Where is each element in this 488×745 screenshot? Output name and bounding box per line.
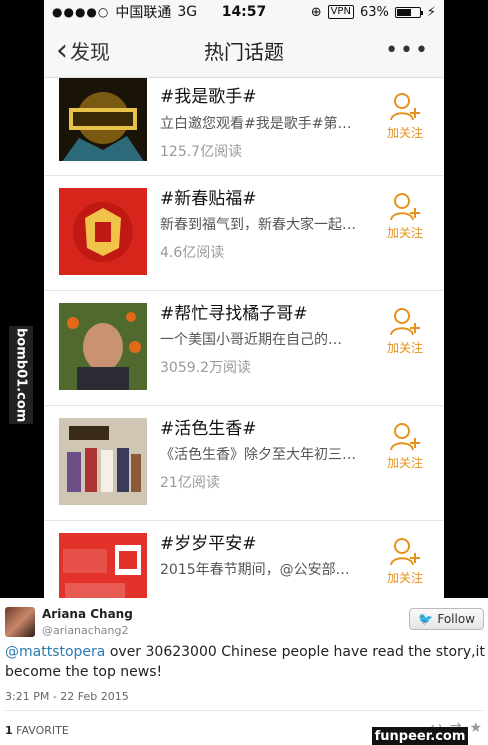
user-handle[interactable]: @arianachang2 <box>42 624 129 637</box>
phone-screenshot: ●●●●○ 中国联通 3G 14:57 ⊕ VPN 63% ⚡ ‹ 发现 热门话… <box>44 0 444 598</box>
mention-link[interactable]: @mattstopera <box>5 644 105 660</box>
topic-description: 《活色生香》除夕至大年初三… <box>160 447 356 463</box>
more-button[interactable]: ••• <box>385 38 444 63</box>
topic-list: #我是歌手# 立白邀您观看#我是歌手#第… 125.7亿阅读 加关注 #新春贴福# 新春到… <box>44 78 444 598</box>
topic-thumbnail <box>59 533 147 598</box>
twitter-bird-icon: 🐦 <box>418 612 434 626</box>
avatar[interactable] <box>5 607 35 637</box>
follow-topic-label: 加关注 <box>386 456 423 470</box>
user-name[interactable]: Ariana Chang <box>42 607 133 621</box>
follow-topic-label: 加关注 <box>386 126 423 140</box>
topic-title: #帮忙寻找橘子哥# <box>160 304 308 324</box>
follow-topic-button[interactable]: 加关注 <box>380 422 430 471</box>
site-watermark: bomb01.com <box>9 326 33 424</box>
topic-description: 立白邀您观看#我是歌手#第… <box>160 116 352 132</box>
follow-person-icon <box>390 538 420 566</box>
tweet-text: @mattstopera over 30623000 Chinese peopl… <box>5 642 485 682</box>
topic-item[interactable]: #活色生香# 《活色生香》除夕至大年初三… 21亿阅读 加关注 <box>44 406 444 521</box>
topic-item[interactable]: #帮忙寻找橘子哥# 一个美国小哥近期在自己的… 3059.2万阅读 加关注 <box>44 291 444 406</box>
nav-bar: ‹ 发现 热门话题 ••• <box>44 24 444 78</box>
tweet-card: Ariana Chang @arianachang2 🐦 Follow @mat… <box>0 598 488 745</box>
follow-person-icon <box>390 423 420 451</box>
divider <box>5 710 483 711</box>
status-bar: ●●●●○ 中国联通 3G 14:57 ⊕ VPN 63% ⚡ <box>44 0 444 24</box>
follow-topic-button[interactable]: 加关注 <box>380 537 430 586</box>
topic-thumbnail <box>59 303 147 390</box>
follow-label: Follow <box>437 612 475 626</box>
topic-item[interactable]: #岁岁平安# 2015年春节期间，@公安部… 加关注 <box>44 521 444 598</box>
follow-button[interactable]: 🐦 Follow <box>409 608 484 630</box>
follow-topic-button[interactable]: 加关注 <box>380 92 430 141</box>
follow-topic-button[interactable]: 加关注 <box>380 307 430 356</box>
follow-topic-label: 加关注 <box>386 341 423 355</box>
battery-percent: 63% <box>359 4 389 20</box>
follow-topic-button[interactable]: 加关注 <box>380 192 430 241</box>
topic-read-count: 4.6亿阅读 <box>160 245 225 261</box>
fav-number: 1 <box>5 724 13 737</box>
follow-topic-label: 加关注 <box>386 226 423 240</box>
network-type: 3G <box>177 4 198 20</box>
carrier: 中国联通 <box>115 5 172 21</box>
topic-read-count: 3059.2万阅读 <box>160 360 251 376</box>
topic-title: #岁岁平安# <box>160 534 257 554</box>
topic-title: #活色生香# <box>160 419 257 439</box>
back-label: 发现 <box>70 40 110 64</box>
topic-item[interactable]: #新春贴福# 新春到福气到，新春大家一起… 4.6亿阅读 加关注 <box>44 176 444 291</box>
signal-icon: ●●●●○ <box>52 5 110 19</box>
follow-person-icon <box>390 93 420 121</box>
topic-title: #新春贴福# <box>160 189 257 209</box>
follow-person-icon <box>390 308 420 336</box>
battery-icon <box>394 6 423 18</box>
follow-person-icon <box>390 193 420 221</box>
tweet-timestamp[interactable]: 3:21 PM - 22 Feb 2015 <box>5 690 129 703</box>
topic-description: 2015年春节期间，@公安部… <box>160 562 350 578</box>
topic-item[interactable]: #我是歌手# 立白邀您观看#我是歌手#第… 125.7亿阅读 加关注 <box>44 78 444 176</box>
vpn-badge: VPN <box>327 5 354 19</box>
topic-read-count: 21亿阅读 <box>160 475 220 491</box>
footer-watermark: funpeer.com <box>372 727 468 745</box>
topic-thumbnail <box>59 418 147 505</box>
topic-read-count: 125.7亿阅读 <box>160 144 243 160</box>
follow-topic-label: 加关注 <box>386 571 423 585</box>
favorite-star-icon[interactable]: ★ <box>469 720 482 736</box>
topic-description: 新春到福气到，新春大家一起… <box>160 217 356 233</box>
topic-thumbnail <box>59 188 147 275</box>
charging-icon: ⚡ <box>426 4 436 20</box>
rotation-lock-icon: ⊕ <box>310 4 322 20</box>
topic-description: 一个美国小哥近期在自己的… <box>160 332 342 348</box>
chevron-left-icon: ‹ <box>56 32 68 68</box>
topic-title: #我是歌手# <box>160 87 257 107</box>
fav-label: FAVORITE <box>16 724 69 737</box>
back-button[interactable]: ‹ 发现 <box>44 32 110 68</box>
topic-thumbnail <box>59 78 147 161</box>
favorite-count: 1 FAVORITE <box>5 724 69 737</box>
